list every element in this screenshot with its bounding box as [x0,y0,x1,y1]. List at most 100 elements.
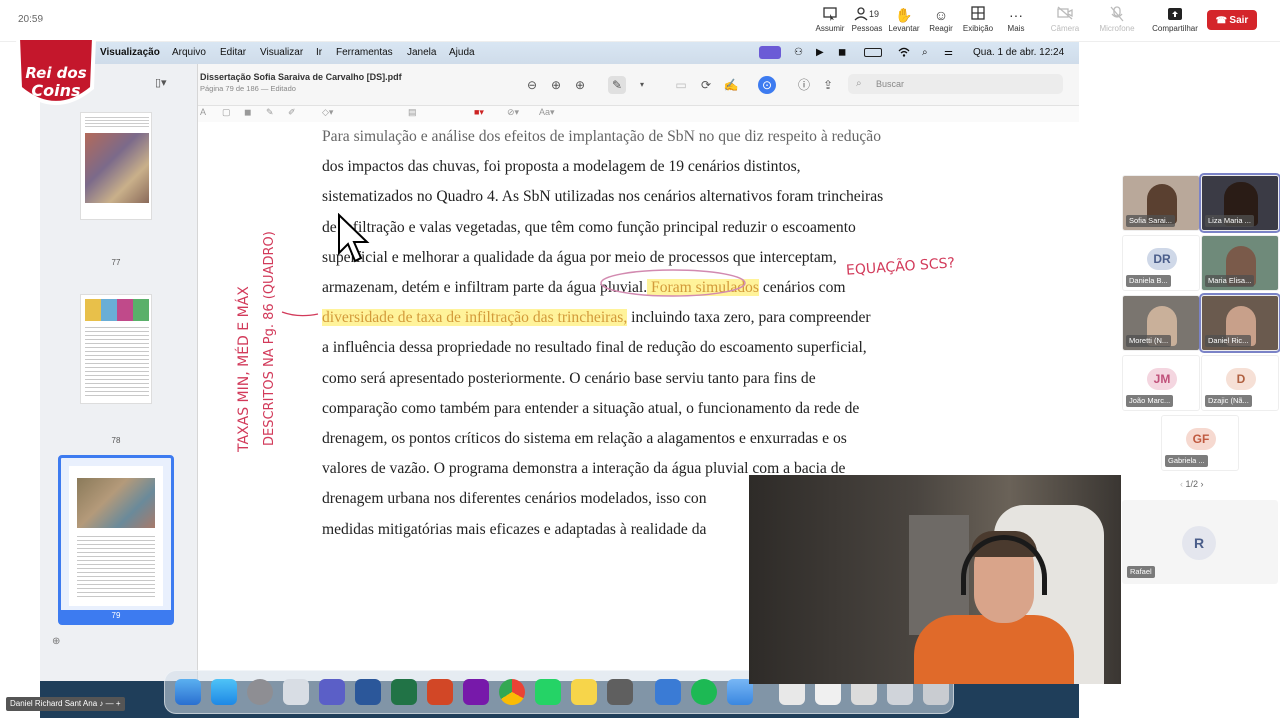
participant-tile[interactable]: Liza Maria ... [1199,173,1280,233]
menu-ferramentas[interactable]: Ferramentas [336,47,393,58]
share-button[interactable]: Compartilhar [1149,6,1201,33]
onenote-icon[interactable] [463,679,489,705]
more-label: Mais [1007,24,1025,33]
notes-icon[interactable] [571,679,597,705]
page-label-77: 77 [111,258,121,267]
powerpoint-icon[interactable] [427,679,453,705]
screen-share-status-icon[interactable] [759,46,781,59]
user-status-icon[interactable]: ⚇ [794,47,803,58]
mic-off-icon [1091,6,1143,24]
markup-toolbar: A ▢ ◼ ✎ ✐ ◇▾ ▤ ■▾ ⊘▾ Aa▾ [198,106,1079,122]
participant-tile-large[interactable]: R Rafael [1122,500,1278,584]
participant-tile[interactable]: Daniel Ric... [1199,293,1280,353]
fill-color-icon[interactable]: ⊘▾ [507,107,519,118]
speaker-video[interactable] [749,475,1121,684]
add-page-icon[interactable]: ⊕ [52,636,60,647]
calculator-icon[interactable] [607,679,633,705]
participant-initials: R [1182,526,1216,560]
window-toolbar: Dissertação Sofia Saraiva de Carvalho [D… [198,64,1079,106]
zoom-in-icon[interactable]: ⊕ [547,76,565,94]
sign-icon[interactable]: ✍ [722,76,740,94]
launchpad-icon[interactable] [283,679,309,705]
page-thumbnail-77[interactable] [80,112,152,220]
page-thumbnail-78[interactable] [80,294,152,404]
wifi-icon[interactable] [898,47,910,60]
thumb-photo [77,478,155,528]
finder-icon[interactable] [175,679,201,705]
search-icon: ⌕ [856,78,862,89]
participant-name: Dzajic (Nã... [1205,395,1252,407]
menu-ajuda[interactable]: Ajuda [449,47,475,58]
share-doc-icon[interactable]: ⇪ [819,76,837,94]
sidebar-toggle-icon[interactable]: ▯▾ [155,76,167,89]
app-store-icon[interactable] [211,679,237,705]
excel-icon[interactable] [391,679,417,705]
react-label: Reagir [929,24,953,33]
pager-prev-icon[interactable]: ‹ [1180,479,1183,489]
shape-tool-icon[interactable]: ◼ [244,107,251,118]
speaker-shirt [914,615,1074,684]
sketch-tool-icon[interactable]: ✎ [266,107,274,118]
thumb-page [69,466,163,606]
participant-tile[interactable]: Maria Elisa... [1201,235,1279,291]
page-thumbnail-79-selected[interactable]: 79 [58,455,174,625]
spotlight-icon[interactable]: ⌕ [922,47,928,58]
draw-tool-icon[interactable]: ✐ [288,107,296,118]
menu-ir[interactable]: Ir [316,47,322,58]
menu-extra-icon[interactable]: ◼ [838,47,846,58]
menu-janela[interactable]: Janela [407,47,436,58]
participant-name: Daniela B... [1126,275,1171,287]
system-settings-icon[interactable] [247,679,273,705]
search-field[interactable]: ⌕ Buscar [848,74,1063,94]
info-icon[interactable]: ⓘ [795,76,813,94]
more-button[interactable]: ··· Mais [990,6,1042,33]
chrome-icon[interactable] [499,679,525,705]
border-color-icon[interactable]: ■▾ [474,107,484,118]
thumb-text [85,117,149,129]
teams-icon[interactable] [319,679,345,705]
spotify-icon[interactable] [691,679,717,705]
mac-menubar: Visualização Arquivo Editar Visualizar I… [40,42,1079,64]
menu-arquivo[interactable]: Arquivo [172,47,206,58]
battery-icon[interactable] [864,48,882,57]
audio-status-icon[interactable]: ▶ [816,47,824,58]
participant-tile[interactable]: GF Gabriela ... [1161,415,1239,471]
note-tool-icon[interactable]: ▤ [408,107,417,118]
svg-text:Rei dos: Rei dos [25,64,86,82]
zoom-out-icon[interactable]: ⊖ [523,76,541,94]
participant-tile[interactable]: JM João Marc... [1122,355,1200,411]
participant-name: Rafael [1127,566,1155,578]
text-tool-icon[interactable]: A [200,107,206,117]
participant-name: Gabriela ... [1165,455,1208,467]
shapes-menu-icon[interactable]: ◇▾ [322,107,333,118]
participant-tile[interactable]: Moretti (N... [1122,295,1200,351]
more-icon[interactable]: — [106,699,114,708]
menu-editar[interactable]: Editar [220,47,246,58]
whatsapp-icon[interactable] [535,679,561,705]
participant-tile[interactable]: D Dzajic (Nã... [1201,355,1279,411]
microphone-button[interactable]: Microfone [1091,6,1143,33]
utility-icon[interactable] [655,679,681,705]
markup-pen-icon[interactable]: ✎ [608,76,626,94]
menu-visualizar[interactable]: Visualizar [260,47,303,58]
participant-tile[interactable]: DR Daniela B... [1122,235,1200,291]
rotate-icon[interactable]: ⟳ [697,76,715,94]
text-style-icon[interactable]: Aa▾ [539,107,555,118]
text-box-icon[interactable]: ▭ [672,76,690,94]
chevron-down-icon[interactable]: ▾ [633,76,651,94]
participant-tile[interactable]: Sofia Sarai... [1122,175,1200,231]
add-icon[interactable]: + [116,699,121,708]
pager-next-icon[interactable]: › [1201,479,1204,489]
thumb-photo [85,133,149,203]
camera-button[interactable]: Câmera [1039,6,1091,33]
more-icon: ··· [1009,7,1023,23]
participant-name: Daniel Ric... [1205,335,1252,347]
leave-button[interactable]: ☎ Sair [1207,10,1257,30]
markup-toolbar-icon[interactable]: ⊙ [758,76,776,94]
zoom-fit-icon[interactable]: ⊕ [571,76,589,94]
selection-tool-icon[interactable]: ▢ [222,107,231,118]
menu-app[interactable]: Visualização [100,47,160,58]
participant-name: Moretti (N... [1126,335,1172,347]
control-center-icon[interactable]: ⚌ [944,47,953,58]
word-icon[interactable] [355,679,381,705]
